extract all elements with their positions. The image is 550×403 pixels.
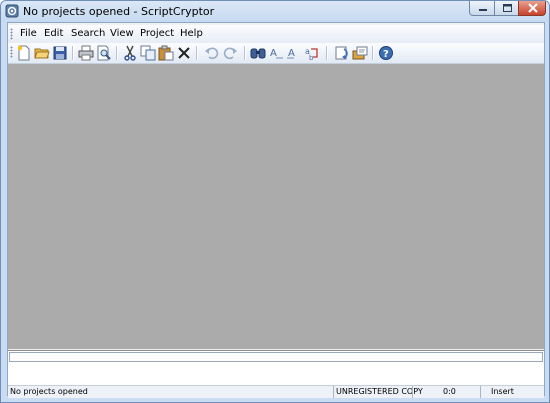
- menu-view[interactable]: View: [108, 28, 136, 39]
- redo-icon[interactable]: [222, 45, 238, 61]
- project-settings-icon[interactable]: [352, 45, 368, 61]
- minimize-button[interactable]: [469, 1, 495, 16]
- open-folder-icon[interactable]: [34, 45, 50, 61]
- help-icon[interactable]: ?: [378, 45, 394, 61]
- delete-icon[interactable]: [176, 45, 192, 61]
- minimize-icon: [479, 9, 487, 11]
- toolbar-separator: [326, 46, 328, 60]
- edit-mode: Insert: [491, 387, 514, 396]
- menubar-grip[interactable]: [10, 28, 13, 40]
- status-divider: [480, 386, 481, 398]
- title-bar[interactable]: No projects opened - ScriptCryptor: [1, 1, 549, 22]
- print-preview-icon[interactable]: [96, 45, 112, 61]
- replace-icon[interactable]: a b: [304, 45, 320, 61]
- registration-status: UNREGISTERED COPY: [336, 387, 423, 396]
- build-icon[interactable]: [334, 45, 350, 61]
- maximize-icon: [503, 4, 512, 12]
- print-icon[interactable]: [78, 45, 94, 61]
- svg-text:A: A: [270, 48, 277, 59]
- status-divider: [333, 386, 334, 398]
- close-icon: [528, 3, 538, 13]
- toolbar-separator: [372, 46, 374, 60]
- toolbar-grip[interactable]: [10, 46, 13, 58]
- menu-file[interactable]: File: [18, 28, 39, 39]
- main-frame: File Edit Search View Project Help A A a…: [7, 22, 545, 398]
- window-title: No projects opened - ScriptCryptor: [23, 5, 215, 18]
- find-previous-icon[interactable]: A: [286, 45, 302, 61]
- close-button[interactable]: [518, 1, 546, 16]
- copy-icon[interactable]: [140, 45, 156, 61]
- cursor-position: 0:0: [443, 387, 456, 396]
- menu-search[interactable]: Search: [69, 28, 107, 39]
- find-next-icon[interactable]: A: [268, 45, 284, 61]
- menu-edit[interactable]: Edit: [42, 28, 65, 39]
- undo-icon[interactable]: [204, 45, 220, 61]
- status-message: No projects opened: [10, 387, 88, 396]
- find-icon[interactable]: [250, 45, 266, 61]
- menu-project[interactable]: Project: [138, 28, 176, 39]
- toolbar-separator: [244, 46, 246, 60]
- toolbar-separator: [116, 46, 118, 60]
- toolbar-separator: [72, 46, 74, 60]
- svg-text:b: b: [309, 54, 314, 61]
- maximize-button[interactable]: [494, 1, 519, 16]
- mdi-workspace[interactable]: [8, 64, 544, 349]
- paste-icon[interactable]: [158, 45, 174, 61]
- output-header: [9, 352, 543, 362]
- toolbar: A A a b ?: [8, 43, 544, 64]
- app-icon[interactable]: [5, 4, 19, 18]
- save-icon[interactable]: [52, 45, 68, 61]
- menu-bar: File Edit Search View Project Help: [8, 25, 544, 43]
- new-file-icon[interactable]: [16, 45, 32, 61]
- svg-text:?: ?: [383, 49, 389, 60]
- cut-icon[interactable]: [122, 45, 138, 61]
- menu-help[interactable]: Help: [178, 28, 205, 39]
- toolbar-separator: [196, 46, 198, 60]
- output-panel[interactable]: [8, 350, 544, 385]
- status-bar: No projects opened UNREGISTERED COPY 0:0…: [8, 385, 544, 398]
- app-window: No projects opened - ScriptCryptor File …: [0, 0, 550, 403]
- status-divider: [412, 386, 413, 398]
